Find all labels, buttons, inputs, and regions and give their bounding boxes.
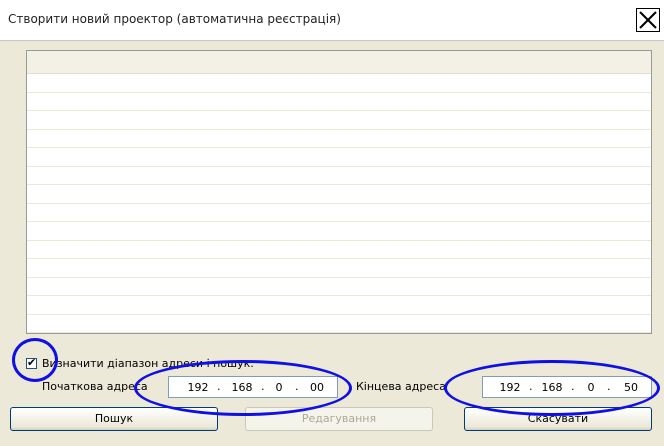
list-row[interactable] <box>27 204 651 222</box>
list-header <box>27 51 651 74</box>
checkbox-highlight-ring <box>12 338 58 382</box>
close-button[interactable] <box>636 8 660 32</box>
window-title: Створити новий проектор (автоматична реє… <box>8 12 341 26</box>
end-address-label: Кінцева адреса <box>356 380 446 393</box>
list-row[interactable] <box>27 167 651 185</box>
dialog-window: Створити новий проектор (автоматична реє… <box>0 0 664 446</box>
start-address-label: Початкова адреса <box>42 380 148 393</box>
list-row[interactable] <box>27 185 651 204</box>
projector-list[interactable] <box>26 50 652 334</box>
list-row[interactable] <box>27 222 651 241</box>
list-row[interactable] <box>27 259 651 278</box>
list-row[interactable] <box>27 93 651 111</box>
list-row[interactable] <box>27 130 651 148</box>
list-row[interactable] <box>27 148 651 167</box>
list-row[interactable] <box>27 278 651 296</box>
list-row[interactable] <box>27 296 651 315</box>
list-row[interactable] <box>27 111 651 130</box>
close-icon <box>639 11 657 29</box>
end-address-highlight-ring <box>444 360 660 416</box>
list-row[interactable] <box>27 315 651 333</box>
title-bar: Створити новий проектор (автоматична реє… <box>0 0 664 41</box>
start-address-highlight-ring <box>134 360 352 416</box>
list-row[interactable] <box>27 74 651 93</box>
list-row[interactable] <box>27 241 651 259</box>
